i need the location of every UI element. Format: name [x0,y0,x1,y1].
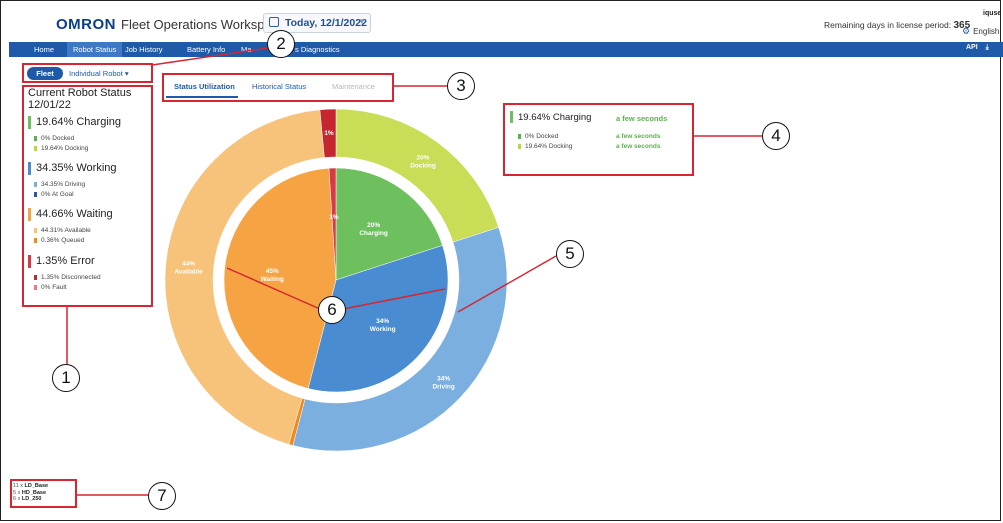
callout-6: 6 [318,296,346,324]
callout-3: 3 [447,72,475,100]
connector-line [151,47,269,66]
connector-line [342,288,446,310]
callout-2: 2 [267,30,295,58]
annotation-lines [66,47,762,496]
callout-1: 1 [52,364,80,392]
callout-5: 5 [556,240,584,268]
callout-4: 4 [762,122,790,150]
connector-line [226,267,321,310]
connector-line [457,255,557,313]
callout-7: 7 [148,482,176,510]
